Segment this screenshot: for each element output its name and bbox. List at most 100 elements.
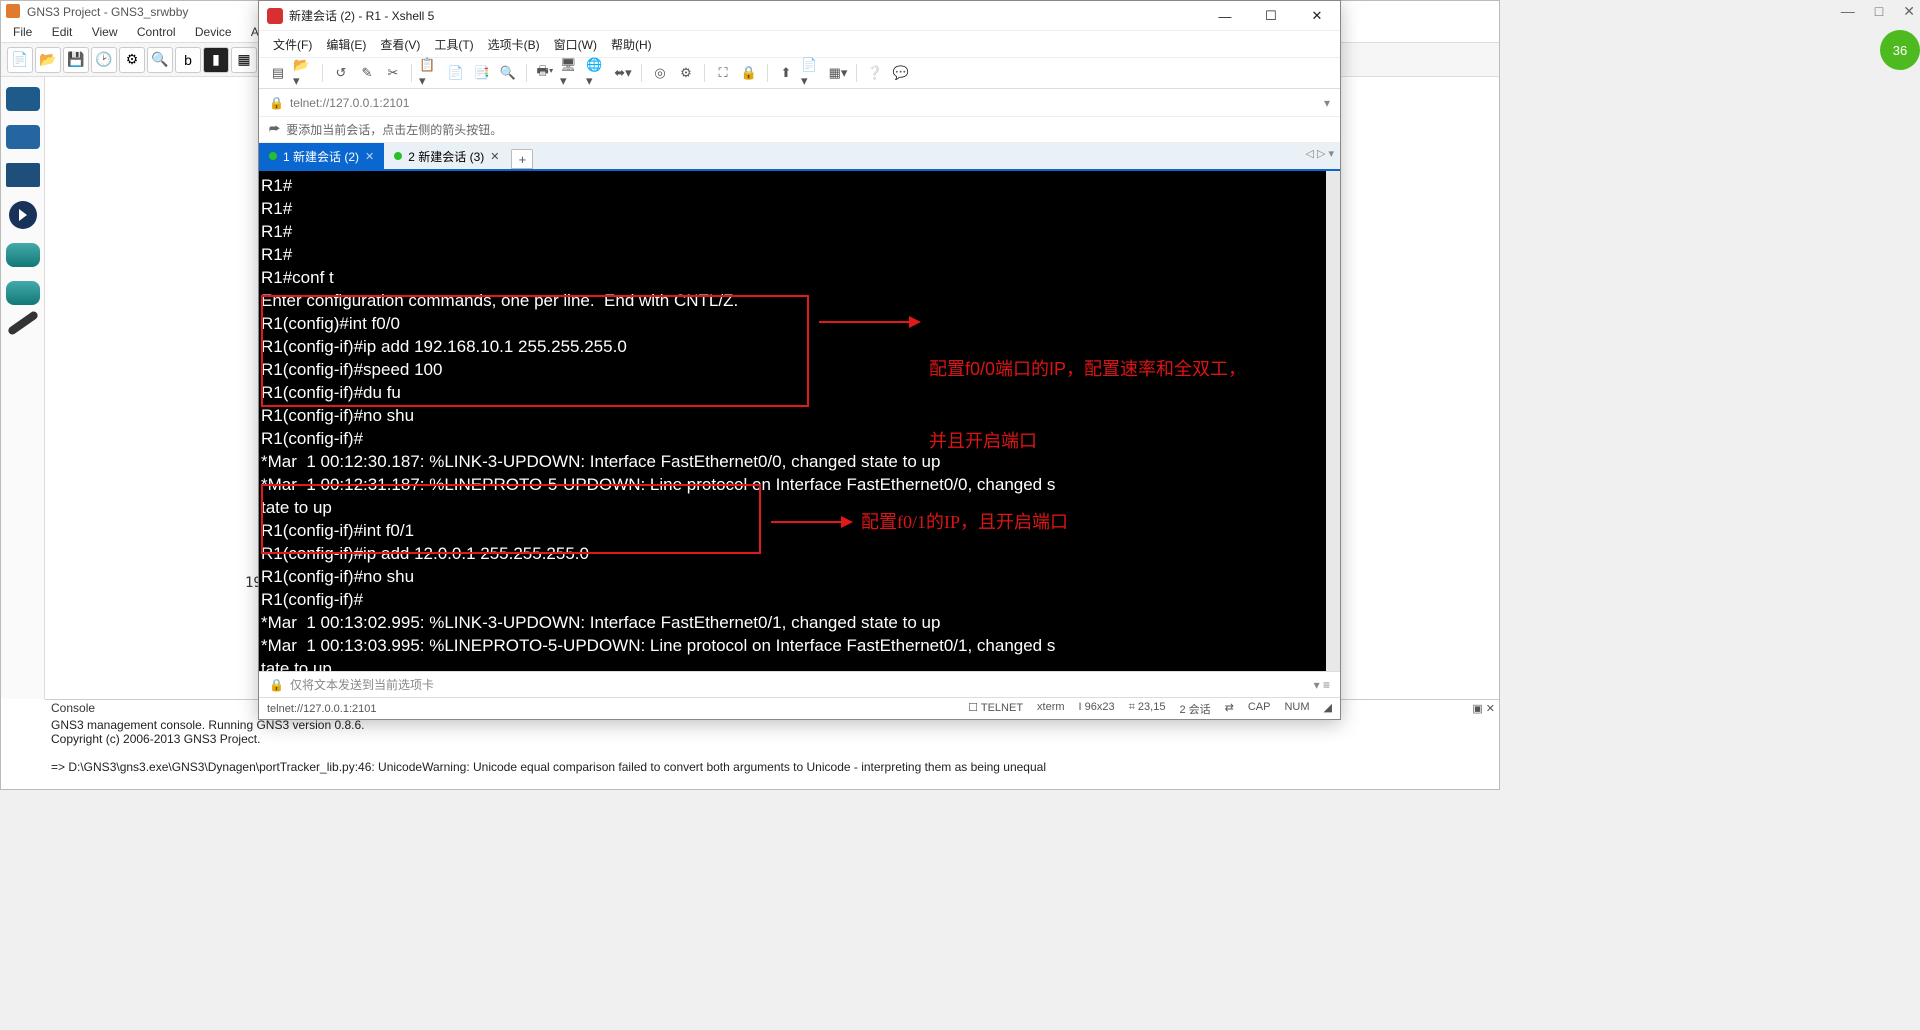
status-resize-icon[interactable]: ◢ [1324, 701, 1332, 717]
tb-up-icon[interactable]: ⬆ [775, 62, 797, 84]
terminal-line: R1(config-if)# [261, 590, 363, 609]
hint-arrow-icon[interactable]: ⮫ [269, 122, 280, 137]
router-icon[interactable] [6, 87, 40, 111]
bg-minimize-icon[interactable]: — [1841, 3, 1855, 20]
tb-print-icon[interactable]: 🖶▾ [534, 62, 556, 84]
tab-close-icon[interactable]: ✕ [490, 150, 499, 163]
terminal-line: R1# [261, 176, 292, 195]
gns3-tb-btn4-icon[interactable]: 🕑 [91, 47, 117, 73]
gns3-menu-edit[interactable]: Edit [44, 23, 81, 41]
menu-file[interactable]: 文件(F) [269, 34, 316, 55]
tb-color-icon[interactable]: 🌐▾ [586, 62, 608, 84]
hint-bar: ⮫ 要添加当前会话，点击左侧的箭头按钮。 [259, 117, 1340, 143]
hint-text: 要添加当前会话，点击左侧的箭头按钮。 [286, 121, 502, 138]
tab-close-icon[interactable]: ✕ [365, 150, 374, 163]
tb-help-icon[interactable]: ❔ [864, 62, 886, 84]
annotation-arrow-2 [771, 521, 851, 523]
terminal-line: tate to up [261, 659, 332, 671]
tb-new2-icon[interactable]: 📄▾ [801, 62, 823, 84]
terminal-line: R1(config)#int f0/0 [261, 314, 400, 333]
tab-session-1[interactable]: 1 新建会话 (2) ✕ [259, 143, 384, 169]
terminal-line: R1# [261, 245, 292, 264]
tb-paste-icon[interactable]: 📄 [445, 62, 467, 84]
terminal-line: R1(config-if)#du fu [261, 383, 401, 402]
tb-gear-icon[interactable]: ⚙ [675, 62, 697, 84]
tb-lock-icon[interactable]: 🔒 [738, 62, 760, 84]
gns3-title-text: GNS3 Project - GNS3_srwbby [27, 5, 188, 19]
tb-copy-icon[interactable]: 📋▾ [419, 62, 441, 84]
gns3-tb-open-icon[interactable]: 📂 [35, 47, 61, 73]
bg-maximize-icon[interactable]: □ [1875, 3, 1883, 20]
address-text[interactable]: telnet://127.0.0.1:2101 [290, 96, 409, 110]
address-bar[interactable]: 🔒 telnet://127.0.0.1:2101 ▾ [259, 89, 1340, 117]
tb-globe-icon[interactable]: ◎ [649, 62, 671, 84]
address-dropdown-icon[interactable]: ▾ [1324, 96, 1330, 110]
link-icon[interactable] [6, 310, 38, 336]
tab-nav[interactable]: ◁ ▷ ▾ [1305, 147, 1334, 160]
new-tab-button[interactable]: + [511, 149, 533, 169]
minimize-button[interactable]: — [1202, 1, 1248, 31]
gns3-tb-save-icon[interactable]: 💾 [63, 47, 89, 73]
send-placeholder: 仅将文本发送到当前选项卡 [290, 676, 434, 693]
xshell-title-text: 新建会话 (2) - R1 - Xshell 5 [289, 7, 434, 24]
send-menu-icon[interactable]: ▾ ≡ [1314, 678, 1330, 692]
menu-help[interactable]: 帮助(H) [607, 34, 656, 55]
gns3-menu-file[interactable]: File [5, 23, 40, 41]
tb-font-icon[interactable]: 🖥▾ [560, 62, 582, 84]
tb-find-icon[interactable]: 🔍 [497, 62, 519, 84]
background-window-controls: — □ ✕ [1841, 3, 1915, 20]
menu-tabs[interactable]: 选项卡(B) [484, 34, 544, 55]
cloud-icon[interactable] [6, 243, 40, 267]
tb-prop-icon[interactable]: ✂ [382, 62, 404, 84]
xshell-titlebar[interactable]: 新建会话 (2) - R1 - Xshell 5 — ☐ ✕ [259, 1, 1340, 31]
gns3-menu-view[interactable]: View [84, 23, 126, 41]
menu-edit[interactable]: 编辑(E) [322, 34, 370, 55]
xshell-menubar[interactable]: 文件(F) 编辑(E) 查看(V) 工具(T) 选项卡(B) 窗口(W) 帮助(… [259, 31, 1340, 57]
play-icon[interactable] [9, 201, 37, 229]
gns3-menu-device[interactable]: Device [187, 23, 240, 41]
gns3-tb-new-icon[interactable]: 📄 [7, 47, 33, 73]
status-net-icon: ⇄ [1225, 701, 1234, 717]
terminal-line: Enter configuration commands, one per li… [261, 291, 738, 310]
tb-new-icon[interactable]: ▤ [267, 62, 289, 84]
pc-icon[interactable] [6, 163, 40, 187]
tb-paste2-icon[interactable]: 📑 [471, 62, 493, 84]
status-dot-icon [394, 152, 402, 160]
close-button[interactable]: ✕ [1294, 1, 1340, 31]
gns3-tb-terminal-icon[interactable]: ▮ [203, 47, 229, 73]
tab-label: 2 新建会话 (3) [408, 148, 484, 165]
send-bar[interactable]: 🔒 仅将文本发送到当前选项卡 ▾ ≡ [259, 671, 1340, 697]
tab-label: 1 新建会话 (2) [283, 148, 359, 165]
gns3-tb-btn5-icon[interactable]: ⚙ [119, 47, 145, 73]
tb-open-icon[interactable]: 📂▾ [293, 62, 315, 84]
cloud2-icon[interactable] [6, 281, 40, 305]
bg-close-icon[interactable]: ✕ [1903, 3, 1915, 20]
tb-disconnect-icon[interactable]: ✎ [356, 62, 378, 84]
tb-encoding-icon[interactable]: ⬌▾ [612, 62, 634, 84]
gns3-menu-control[interactable]: Control [129, 23, 184, 41]
terminal-line: R1(config-if)# [261, 429, 363, 448]
tb-fullscreen-icon[interactable]: ⛶ [712, 62, 734, 84]
menu-window[interactable]: 窗口(W) [550, 34, 601, 55]
annotation-arrow-1 [819, 321, 919, 323]
avatar[interactable]: 36 [1880, 30, 1920, 70]
terminal[interactable]: R1# R1# R1# R1# R1#conf t Enter configur… [259, 171, 1340, 671]
xshell-window: 新建会话 (2) - R1 - Xshell 5 — ☐ ✕ 文件(F) 编辑(… [258, 0, 1341, 720]
switch-icon[interactable] [6, 125, 40, 149]
console-close-icon[interactable]: ▣ ✕ [1472, 702, 1495, 715]
status-size: I 96x23 [1079, 701, 1115, 717]
tb-about-icon[interactable]: 💬 [890, 62, 912, 84]
gns3-device-palette [1, 77, 45, 699]
maximize-button[interactable]: ☐ [1248, 1, 1294, 31]
tb-reconnect-icon[interactable]: ↺ [330, 62, 352, 84]
tb-tile-icon[interactable]: ▦▾ [827, 62, 849, 84]
gns3-tb-btn6-icon[interactable]: 🔍 [147, 47, 173, 73]
status-term: xterm [1037, 701, 1065, 717]
terminal-line: tate to up [261, 498, 332, 517]
tab-session-2[interactable]: 2 新建会话 (3) ✕ [384, 143, 509, 169]
gns3-tb-btn7-icon[interactable]: b [175, 47, 201, 73]
gns3-tb-btn9-icon[interactable]: ▦ [231, 47, 257, 73]
scrollbar-thumb[interactable] [1328, 171, 1338, 221]
menu-view[interactable]: 查看(V) [376, 34, 424, 55]
menu-tools[interactable]: 工具(T) [430, 34, 477, 55]
